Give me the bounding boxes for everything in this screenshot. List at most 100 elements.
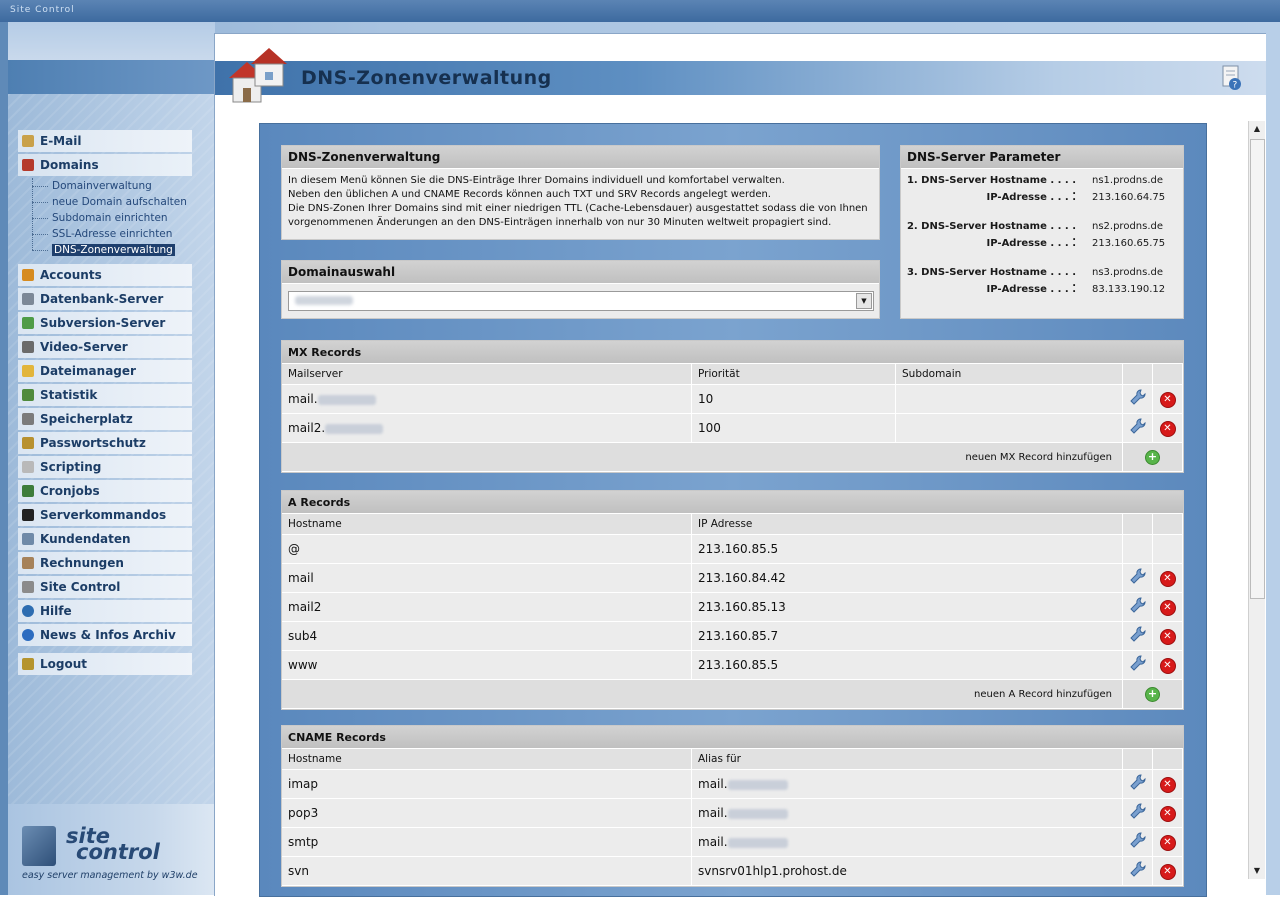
- sidebar-item-rechnungen[interactable]: Rechnungen: [18, 552, 192, 574]
- column-header: Subdomain: [895, 364, 1123, 385]
- window-titlebar: Site Control: [0, 0, 1280, 22]
- table-header-row: Mailserver Priorität Subdomain: [282, 364, 1183, 385]
- scroll-up-arrow[interactable]: ▲: [1249, 121, 1265, 137]
- edit-cell: [1122, 827, 1153, 857]
- a-records-box: A Records Hostname IP Adresse @ 213.160.…: [281, 490, 1184, 710]
- sidebar-item-cronjobs[interactable]: Cronjobs: [18, 480, 192, 502]
- ip-label: IP-Adresse . . . .: [986, 192, 1076, 203]
- help-document-icon[interactable]: ?: [1221, 64, 1243, 92]
- submenu-item-label: SSL-Adresse einrichten: [52, 228, 173, 240]
- domains-icon: [22, 159, 34, 171]
- hostname-cell: mail2: [282, 592, 692, 622]
- wrench-icon[interactable]: [1129, 418, 1146, 435]
- delete-icon[interactable]: ✕: [1159, 599, 1176, 616]
- sidebar-item-domains[interactable]: Domains: [18, 154, 192, 176]
- sidebar-item-passwortschutz[interactable]: Passwortschutz: [18, 432, 192, 454]
- delete-icon[interactable]: ✕: [1159, 776, 1176, 793]
- submenu-item-neue-domain[interactable]: neue Domain aufschalten: [32, 194, 192, 210]
- sidebar-item-email[interactable]: E-Mail: [18, 130, 192, 152]
- mx-records-title: MX Records: [282, 341, 1183, 364]
- cname-records-table: Hostname Alias für imap mail. ✕ pop3 mai…: [282, 749, 1183, 886]
- wrench-icon[interactable]: [1129, 774, 1146, 791]
- edit-cell: [1122, 769, 1153, 799]
- sidebar-item-video[interactable]: Video-Server: [18, 336, 192, 358]
- submenu-item-dns-zonenverwaltung[interactable]: DNS-Zonenverwaltung: [32, 242, 192, 258]
- add-mx-record-icon[interactable]: +: [1145, 449, 1160, 465]
- add-cell: +: [1122, 679, 1183, 709]
- sidebar-item-statistik[interactable]: Statistik: [18, 384, 192, 406]
- scroll-down-arrow[interactable]: ▼: [1249, 863, 1265, 879]
- delete-cell: ✕: [1152, 650, 1183, 680]
- wrench-icon[interactable]: [1129, 861, 1146, 878]
- add-a-record-icon[interactable]: +: [1145, 686, 1160, 702]
- accounts-icon: [22, 269, 34, 281]
- domain-select[interactable]: ▼: [288, 291, 874, 311]
- column-header: IP Adresse: [691, 514, 1123, 535]
- sidebar-item-news[interactable]: News & Infos Archiv: [18, 624, 192, 646]
- delete-cell: [1152, 534, 1183, 564]
- delete-icon[interactable]: ✕: [1159, 657, 1176, 674]
- table-footer-row: neuen A Record hinzufügen +: [282, 679, 1183, 709]
- scroll-thumb[interactable]: [1250, 139, 1265, 599]
- delete-icon[interactable]: ✕: [1159, 834, 1176, 851]
- column-header: Mailserver: [282, 364, 692, 385]
- wrench-icon[interactable]: [1129, 389, 1146, 406]
- wrench-icon[interactable]: [1129, 597, 1146, 614]
- sidebar-item-serverkommandos[interactable]: Serverkommandos: [18, 504, 192, 526]
- delete-icon[interactable]: ✕: [1159, 570, 1176, 587]
- sidebar-item-dateimanager[interactable]: Dateimanager: [18, 360, 192, 382]
- logo-word-control: control: [76, 840, 160, 864]
- sidebar-item-label: Cronjobs: [40, 484, 100, 498]
- site-control-icon: [22, 581, 34, 593]
- tree-dash: [32, 249, 48, 251]
- priority-cell: 10: [691, 384, 896, 414]
- delete-icon[interactable]: ✕: [1159, 805, 1176, 822]
- sidebar-item-speicherplatz[interactable]: Speicherplatz: [18, 408, 192, 430]
- edit-cell: [1122, 534, 1153, 564]
- logo-tagline: easy server management by w3w.de: [22, 870, 198, 881]
- add-mx-record-label[interactable]: neuen MX Record hinzufügen: [282, 442, 1123, 472]
- delete-icon[interactable]: ✕: [1159, 420, 1176, 437]
- sidebar-item-logout[interactable]: Logout: [18, 653, 192, 675]
- ip-cell: 213.160.85.13: [691, 592, 1123, 622]
- dns-server-ip-row: IP-Adresse . . . . 83.133.190.12: [901, 284, 1183, 301]
- domains-submenu: Domainverwaltung neue Domain aufschalten…: [18, 178, 192, 258]
- delete-cell: ✕: [1152, 798, 1183, 828]
- table-row: sub4 213.160.85.7 ✕: [282, 621, 1183, 651]
- wrench-icon[interactable]: [1129, 626, 1146, 643]
- wrench-icon[interactable]: [1129, 568, 1146, 585]
- page-scrollbar[interactable]: ▲ ▼: [1248, 121, 1265, 879]
- column-header-delete: [1152, 749, 1183, 770]
- sidebar-item-subversion[interactable]: Subversion-Server: [18, 312, 192, 334]
- sidebar-item-hilfe[interactable]: Hilfe: [18, 600, 192, 622]
- delete-icon[interactable]: ✕: [1159, 863, 1176, 880]
- submenu-item-ssl[interactable]: SSL-Adresse einrichten: [32, 226, 192, 242]
- submenu-item-subdomain[interactable]: Subdomain einrichten: [32, 210, 192, 226]
- dns-params-box: DNS-Server Parameter 1. DNS-Server Hostn…: [900, 145, 1184, 319]
- sidebar-item-label: Subversion-Server: [40, 316, 166, 330]
- submenu-item-domainverwaltung[interactable]: Domainverwaltung: [32, 178, 192, 194]
- table-row: pop3 mail. ✕: [282, 798, 1183, 828]
- subversion-icon: [22, 317, 34, 329]
- chevron-down-icon[interactable]: ▼: [856, 293, 872, 309]
- dns-server-ip-row: IP-Adresse . . . . 213.160.65.75: [901, 238, 1183, 255]
- delete-cell: ✕: [1152, 384, 1183, 414]
- sidebar-item-datenbank[interactable]: Datenbank-Server: [18, 288, 192, 310]
- redacted-domain: [295, 296, 353, 305]
- subdomain-cell: [895, 384, 1123, 414]
- add-a-record-label[interactable]: neuen A Record hinzufügen: [282, 679, 1123, 709]
- wrench-icon[interactable]: [1129, 655, 1146, 672]
- delete-icon[interactable]: ✕: [1159, 391, 1176, 408]
- customer-icon: [22, 533, 34, 545]
- delete-cell: ✕: [1152, 621, 1183, 651]
- delete-icon[interactable]: ✕: [1159, 628, 1176, 645]
- wrench-icon[interactable]: [1129, 832, 1146, 849]
- sidebar-item-scripting[interactable]: Scripting: [18, 456, 192, 478]
- delete-cell: ✕: [1152, 413, 1183, 443]
- sidebar-item-site-control[interactable]: Site Control: [18, 576, 192, 598]
- sidebar-item-kundendaten[interactable]: Kundendaten: [18, 528, 192, 550]
- wrench-icon[interactable]: [1129, 803, 1146, 820]
- invoice-icon: [22, 557, 34, 569]
- alias-value: mail.: [698, 806, 728, 820]
- sidebar-item-accounts[interactable]: Accounts: [18, 264, 192, 286]
